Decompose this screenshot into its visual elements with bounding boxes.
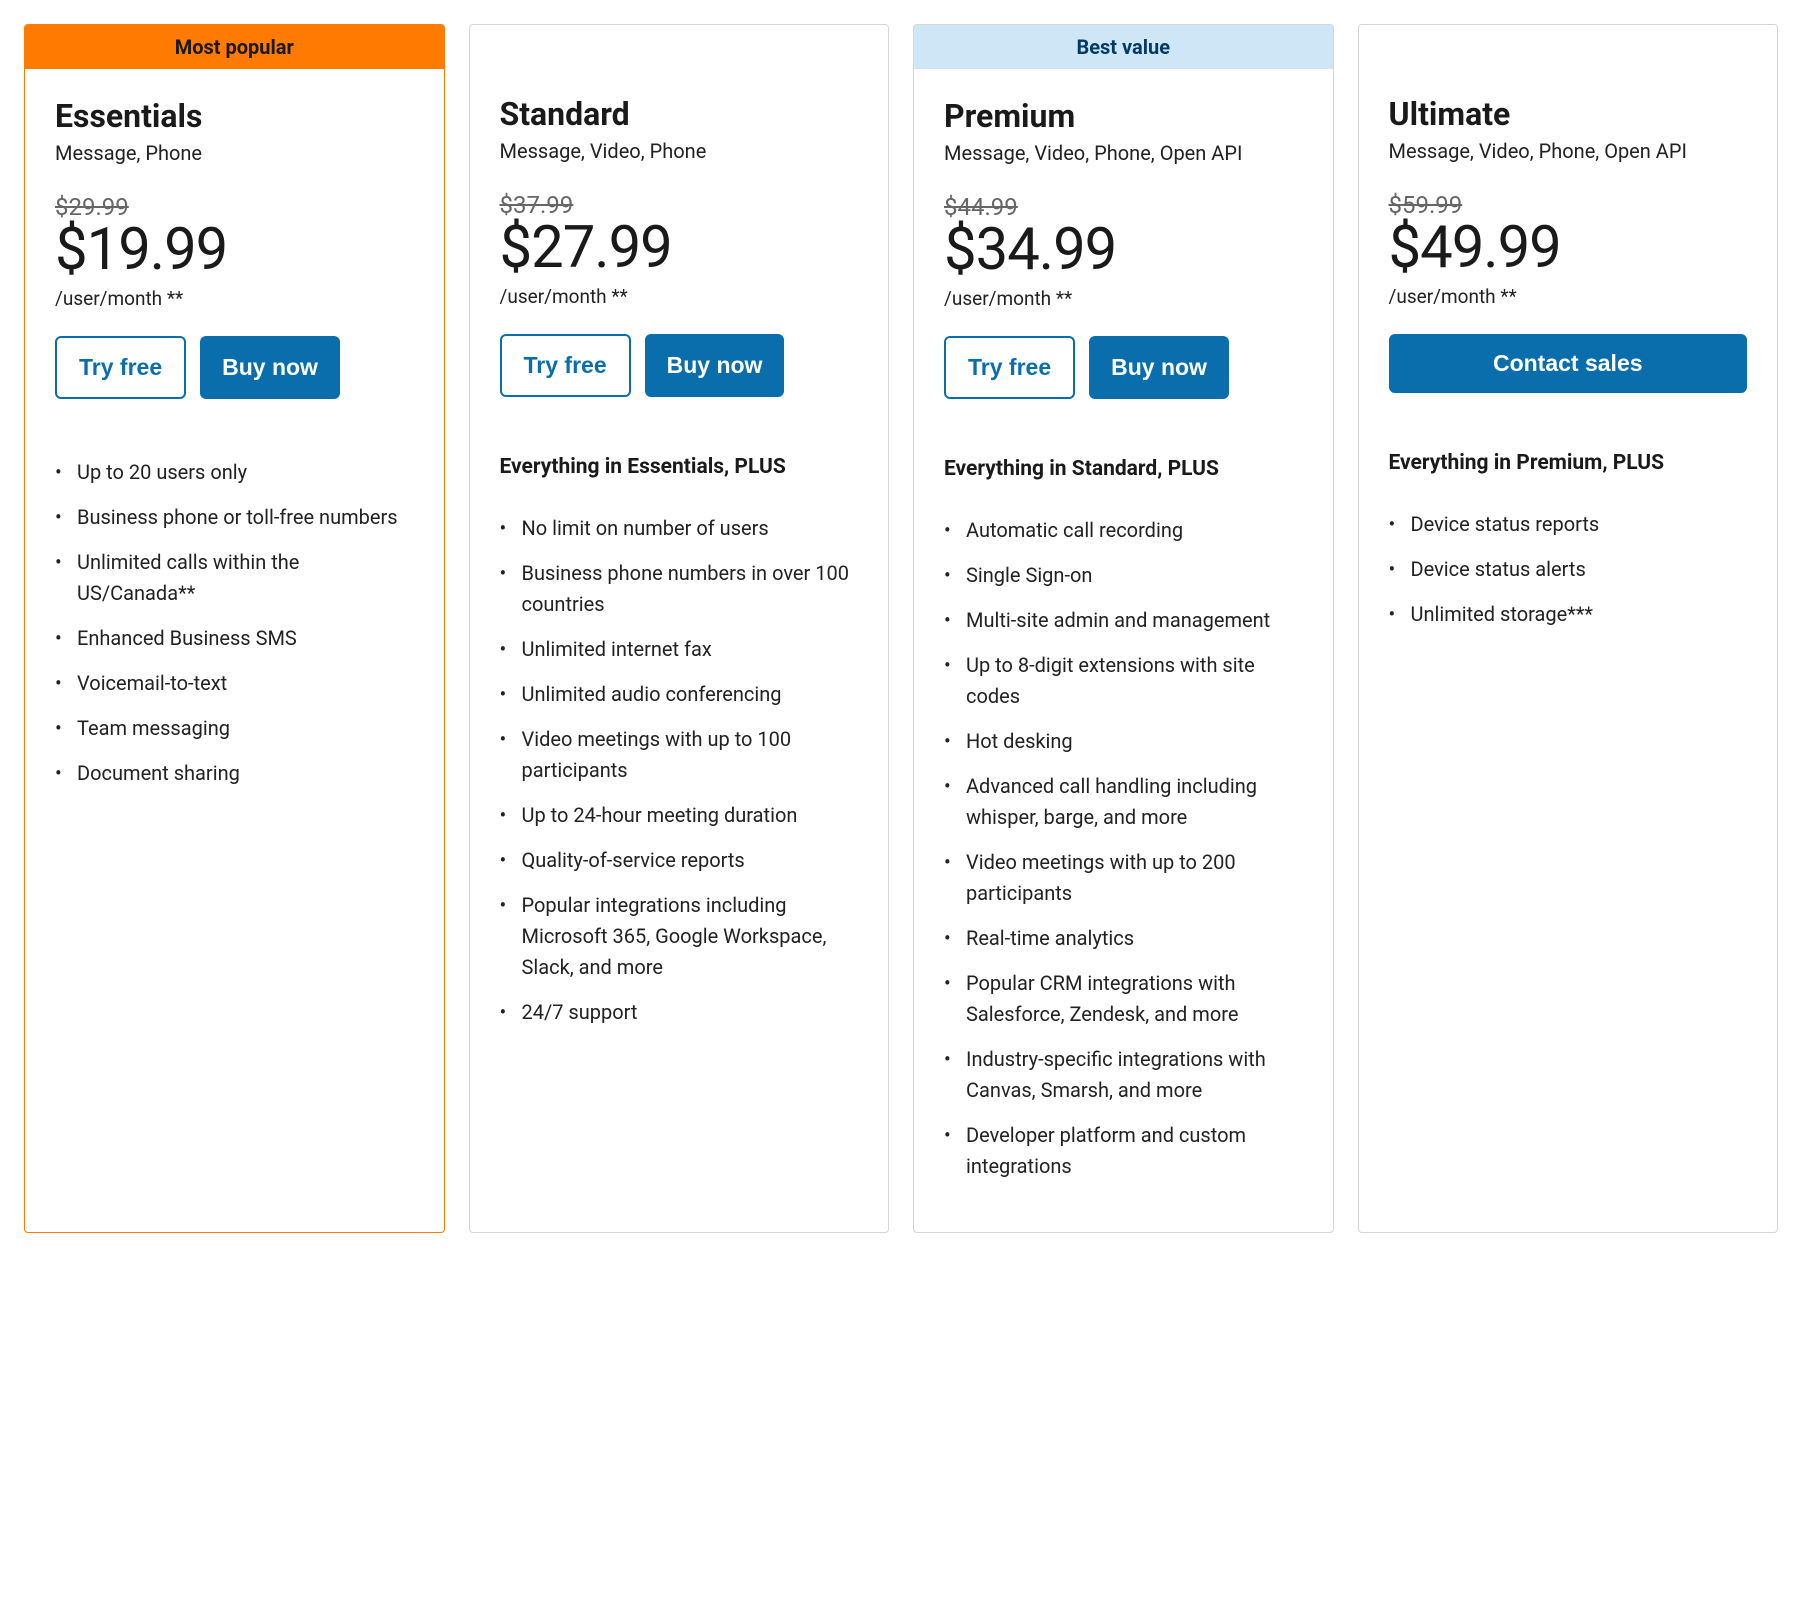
feature-item: Device status alerts xyxy=(1389,554,1748,585)
feature-item: Video meetings with up to 200 participan… xyxy=(944,847,1303,909)
feature-item: Enhanced Business SMS xyxy=(55,623,414,654)
feature-item: Real-time analytics xyxy=(944,923,1303,954)
plan-price: $49.99 xyxy=(1389,219,1748,277)
feature-item: Single Sign-on xyxy=(944,560,1303,591)
feature-item: Industry-specific integrations with Canv… xyxy=(944,1044,1303,1106)
feature-item: Popular CRM integrations with Salesforce… xyxy=(944,968,1303,1030)
plan-body: Ultimate Message, Video, Phone, Open API $… xyxy=(1359,25,1778,1232)
plan-card-premium: Best value Premium Message, Video, Phone, … xyxy=(913,24,1334,1233)
plus-heading: Everything in Premium, PLUS xyxy=(1389,451,1748,475)
feature-item: Up to 8-digit extensions with site codes xyxy=(944,650,1303,712)
feature-item: Video meetings with up to 100 participan… xyxy=(500,724,859,786)
feature-item: Hot desking xyxy=(944,726,1303,757)
buy-now-button[interactable]: Buy now xyxy=(645,334,785,397)
plan-price-unit: /user/month ** xyxy=(500,285,859,308)
plan-name: Standard xyxy=(500,95,859,133)
plan-name: Premium xyxy=(944,97,1303,135)
try-free-button[interactable]: Try free xyxy=(944,336,1075,399)
plan-tagline: Message, Video, Phone xyxy=(500,139,859,163)
plan-price: $34.99 xyxy=(944,221,1303,279)
plan-name: Ultimate xyxy=(1389,95,1748,133)
cta-row: Try freeBuy now xyxy=(500,334,859,397)
feature-item: Advanced call handling including whisper… xyxy=(944,771,1303,833)
feature-item: Popular integrations including Microsoft… xyxy=(500,890,859,983)
try-free-button[interactable]: Try free xyxy=(55,336,186,399)
plan-price: $19.99 xyxy=(55,221,414,279)
plan-badge: Best value xyxy=(914,25,1333,69)
plan-card-ultimate: Ultimate Message, Video, Phone, Open API $… xyxy=(1358,24,1779,1233)
contact-sales-button[interactable]: Contact sales xyxy=(1389,334,1748,393)
feature-item: Document sharing xyxy=(55,758,414,789)
plus-heading: Everything in Essentials, PLUS xyxy=(500,455,859,479)
feature-item: 24/7 support xyxy=(500,997,859,1028)
plan-body: PremiumMessage, Video, Phone, Open API$4… xyxy=(914,69,1333,1232)
plan-tagline: Message, Video, Phone, Open API xyxy=(944,141,1303,165)
feature-item: Business phone numbers in over 100 count… xyxy=(500,558,859,620)
plan-body: EssentialsMessage, Phone$29.99$19.99/use… xyxy=(25,69,444,1232)
buy-now-button[interactable]: Buy now xyxy=(200,336,340,399)
feature-item: Device status reports xyxy=(1389,509,1748,540)
plan-badge: Most popular xyxy=(25,25,444,69)
feature-item: Automatic call recording xyxy=(944,515,1303,546)
feature-item: No limit on number of users xyxy=(500,513,859,544)
plan-price: $27.99 xyxy=(500,219,859,277)
feature-list: Up to 20 users only Business phone or tol… xyxy=(55,457,414,803)
feature-item: Quality-of-service reports xyxy=(500,845,859,876)
cta-row: Contact sales xyxy=(1389,334,1748,393)
plan-card-standard: StandardMessage, Video, Phone$37.99$27.9… xyxy=(469,24,890,1233)
plus-heading: Everything in Standard, PLUS xyxy=(944,457,1303,481)
plan-name: Essentials xyxy=(55,97,414,135)
feature-item: Up to 24-hour meeting duration xyxy=(500,800,859,831)
plan-price-unit: /user/month ** xyxy=(1389,285,1748,308)
feature-item: Up to 20 users only xyxy=(55,457,414,488)
feature-list: Automatic call recording Single Sign-on Mu… xyxy=(944,515,1303,1196)
plan-price-unit: /user/month ** xyxy=(55,287,414,310)
feature-item: Team messaging xyxy=(55,713,414,744)
feature-item: Business phone or toll-free numbers xyxy=(55,502,414,533)
cta-row: Try freeBuy now xyxy=(944,336,1303,399)
feature-item: Unlimited storage*** xyxy=(1389,599,1748,630)
feature-item: Voicemail-to-text xyxy=(55,668,414,699)
plan-price-unit: /user/month ** xyxy=(944,287,1303,310)
feature-item: Unlimited internet fax xyxy=(500,634,859,665)
cta-row: Try freeBuy now xyxy=(55,336,414,399)
buy-now-button[interactable]: Buy now xyxy=(1089,336,1229,399)
plan-card-essentials: Most popularEssentialsMessage, Phone$29.… xyxy=(24,24,445,1233)
pricing-plans: Most popularEssentialsMessage, Phone$29.… xyxy=(24,24,1778,1233)
plan-body: StandardMessage, Video, Phone$37.99$27.9… xyxy=(470,25,889,1232)
feature-item: Developer platform and custom integratio… xyxy=(944,1120,1303,1182)
feature-item: Multi-site admin and management xyxy=(944,605,1303,636)
feature-item: Unlimited calls within the US/Canada** xyxy=(55,547,414,609)
plan-tagline: Message, Video, Phone, Open API xyxy=(1389,139,1748,163)
plan-tagline: Message, Phone xyxy=(55,141,414,165)
feature-list: Device status reports Device status alert… xyxy=(1389,509,1748,644)
try-free-button[interactable]: Try free xyxy=(500,334,631,397)
feature-item: Unlimited audio conferencing xyxy=(500,679,859,710)
feature-list: No limit on number of users Business phon… xyxy=(500,513,859,1042)
